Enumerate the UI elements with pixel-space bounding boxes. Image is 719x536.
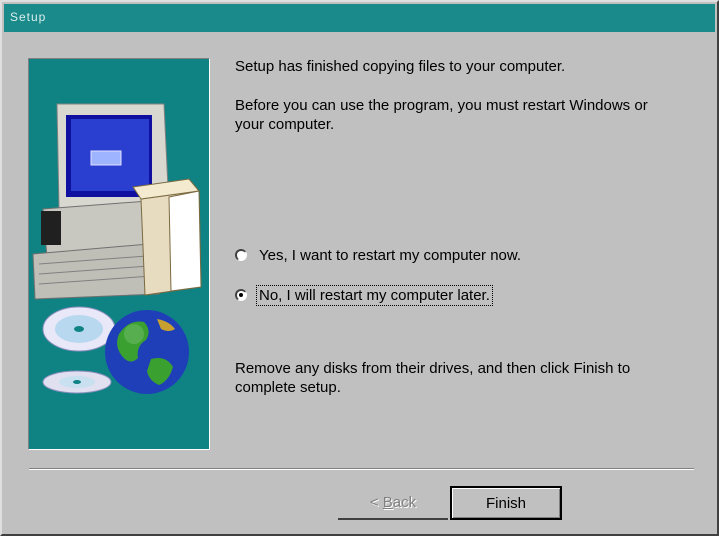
restart-later-label[interactable]: No, I will restart my computer later. <box>256 284 493 306</box>
separator <box>29 468 694 470</box>
window-title: Setup <box>10 10 47 24</box>
back-label-rest: ack <box>392 493 417 511</box>
setup-illustration <box>28 58 210 450</box>
back-button[interactable]: < Back <box>338 486 448 520</box>
setup-dialog: Setup Setup has finished copying files t… <box>0 0 719 536</box>
finish-instruction-line-1: Remove any disks from their drives, and … <box>235 360 631 377</box>
back-prefix: < <box>369 493 383 511</box>
finish-instruction-line-2: complete setup. <box>235 379 341 396</box>
instruction-line-2: your computer. <box>235 116 335 133</box>
title-bar[interactable]: Setup <box>4 4 715 32</box>
restart-later-radio[interactable] <box>235 289 247 301</box>
restart-now-label[interactable]: Yes, I want to restart my computer now. <box>257 246 523 265</box>
finish-button[interactable]: Finish <box>450 486 562 520</box>
back-accelerator: B <box>382 493 393 511</box>
status-message: Setup has finished copying files to your… <box>235 58 566 75</box>
restart-now-option[interactable]: Yes, I want to restart my computer now. <box>235 243 523 267</box>
instruction-line-1: Before you can use the program, you must… <box>235 97 648 114</box>
restart-later-option[interactable]: No, I will restart my computer later. <box>235 283 493 307</box>
restart-now-radio[interactable] <box>235 249 247 261</box>
globe-icon <box>105 310 189 394</box>
